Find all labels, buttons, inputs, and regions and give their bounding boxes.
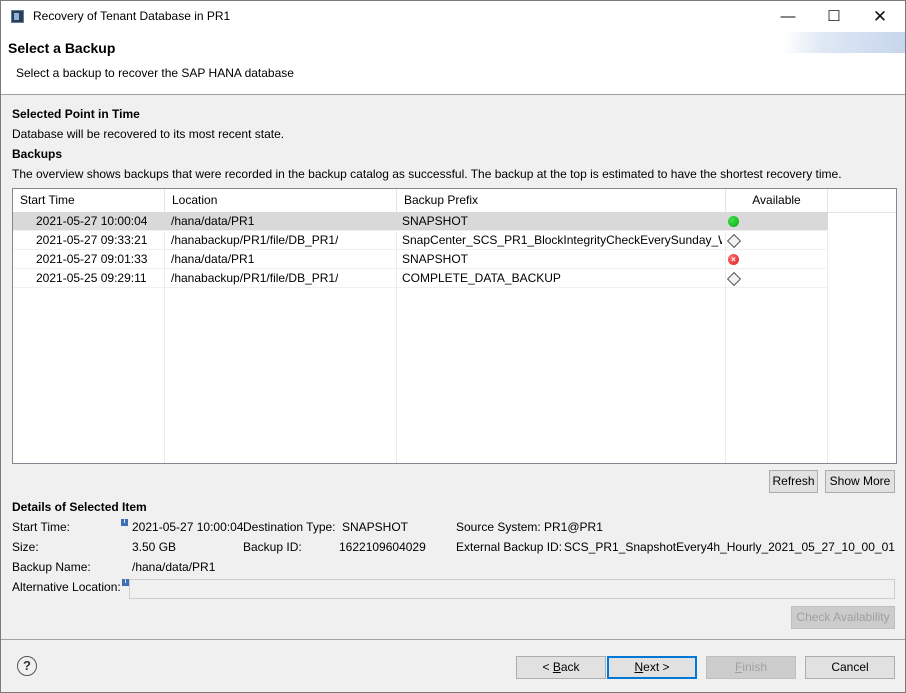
column-location[interactable]: Location	[165, 189, 397, 212]
destination-type-value: SNAPSHOT	[342, 520, 409, 534]
red-error-icon: ×	[728, 254, 739, 265]
info-icon: i	[121, 519, 128, 526]
point-in-time-heading: Selected Point in Time	[12, 107, 140, 121]
column-backup-prefix[interactable]: Backup Prefix	[397, 189, 726, 212]
external-backup-id-value: SCS_PR1_SnapshotEvery4h_Hourly_2021_05_2…	[564, 540, 895, 554]
alternative-location-label: Alternative Location:	[12, 580, 121, 594]
cell-location: /hanabackup/PR1/file/DB_PR1/	[171, 271, 339, 285]
table-row[interactable]: 2021-05-27 10:00:04 /hana/data/PR1 SNAPS…	[13, 212, 828, 231]
column-available[interactable]: Available	[726, 189, 828, 212]
point-in-time-text: Database will be recovered to its most r…	[12, 127, 285, 141]
title-bar: Recovery of Tenant Database in PR1 — ☐ ✕	[1, 1, 905, 32]
source-system-label: Source System:	[456, 520, 541, 534]
diamond-icon	[726, 233, 742, 249]
cell-start-time: 2021-05-27 10:00:04	[36, 214, 148, 228]
cancel-button[interactable]: Cancel	[805, 656, 895, 679]
size-value: 3.50 GB	[132, 540, 177, 554]
backups-description: The overview shows backups that were rec…	[12, 167, 842, 181]
back-button-mnemonic: B	[552, 660, 561, 674]
cell-location: /hana/data/PR1	[171, 252, 255, 266]
back-button[interactable]: < Back	[516, 656, 606, 679]
finish-button-suffix: inish	[742, 660, 768, 674]
window-title: Recovery of Tenant Database in PR1	[33, 9, 231, 23]
cell-backup-prefix: SNAPSHOT	[402, 252, 469, 266]
cell-start-time: 2021-05-25 09:29:11	[36, 271, 147, 285]
backup-name-value: /hana/data/PR1	[132, 560, 216, 574]
external-backup-id-label: External Backup ID:	[456, 540, 563, 554]
back-button-prefix: <	[542, 660, 553, 674]
destination-type-label: Destination Type:	[243, 520, 336, 534]
source-system-value: PR1@PR1	[544, 520, 603, 534]
cell-start-time: 2021-05-27 09:33:21	[36, 233, 148, 247]
footer-divider	[1, 639, 905, 640]
next-button-mnemonic: N	[634, 660, 644, 674]
page-description: Select a backup to recover the SAP HANA …	[16, 66, 294, 80]
help-icon[interactable]: ?	[17, 656, 37, 676]
show-more-button[interactable]: Show More	[825, 470, 895, 493]
cell-location: /hanabackup/PR1/file/DB_PR1/	[171, 233, 339, 247]
cell-backup-prefix: SnapCenter_SCS_PR1_BlockIntegrityCheckEv…	[402, 233, 722, 247]
check-availability-button[interactable]: Check Availability	[791, 606, 895, 629]
start-time-value: 2021-05-27 10:00:04	[132, 520, 244, 534]
header-banner	[755, 32, 905, 53]
info-icon: i	[122, 579, 129, 586]
wizard-header: Select a Backup Select a backup to recov…	[1, 32, 905, 95]
table-header: Start Time Location Backup Prefix Availa…	[13, 189, 896, 213]
backup-name-label: Backup Name:	[12, 560, 91, 574]
minimize-button[interactable]: —	[765, 1, 811, 32]
cell-location: /hana/data/PR1	[171, 214, 255, 228]
backups-heading: Backups	[12, 147, 63, 161]
refresh-button[interactable]: Refresh	[769, 470, 818, 493]
details-heading: Details of Selected Item	[12, 500, 147, 514]
recovery-dialog: Recovery of Tenant Database in PR1 — ☐ ✕…	[0, 0, 906, 693]
maximize-button[interactable]: ☐	[811, 1, 857, 32]
table-row[interactable]: 2021-05-25 09:29:11 /hanabackup/PR1/file…	[13, 269, 828, 288]
backups-table[interactable]: Start Time Location Backup Prefix Availa…	[12, 188, 897, 464]
close-button[interactable]: ✕	[857, 1, 903, 32]
table-row[interactable]: 2021-05-27 09:01:33 /hana/data/PR1 SNAPS…	[13, 250, 828, 269]
column-start-time[interactable]: Start Time	[13, 189, 165, 212]
page-title: Select a Backup	[8, 40, 116, 56]
backup-id-value: 1622109604029	[339, 540, 426, 554]
green-check-icon	[728, 216, 739, 227]
back-button-suffix: ack	[560, 660, 580, 674]
backup-id-label: Backup ID:	[243, 540, 302, 554]
table-row[interactable]: 2021-05-27 09:33:21 /hanabackup/PR1/file…	[13, 231, 828, 250]
next-button[interactable]: Next >	[607, 656, 697, 679]
cell-start-time: 2021-05-27 09:01:33	[36, 252, 148, 266]
cell-backup-prefix: COMPLETE_DATA_BACKUP	[402, 271, 561, 285]
diamond-icon	[726, 271, 742, 287]
next-button-suffix: ext >	[643, 660, 670, 674]
alternative-location-field[interactable]	[129, 579, 895, 599]
start-time-label: Start Time:	[12, 520, 71, 534]
size-label: Size:	[12, 540, 39, 554]
cell-backup-prefix: SNAPSHOT	[402, 214, 469, 228]
finish-button[interactable]: Finish	[706, 656, 796, 679]
app-icon	[11, 10, 24, 23]
